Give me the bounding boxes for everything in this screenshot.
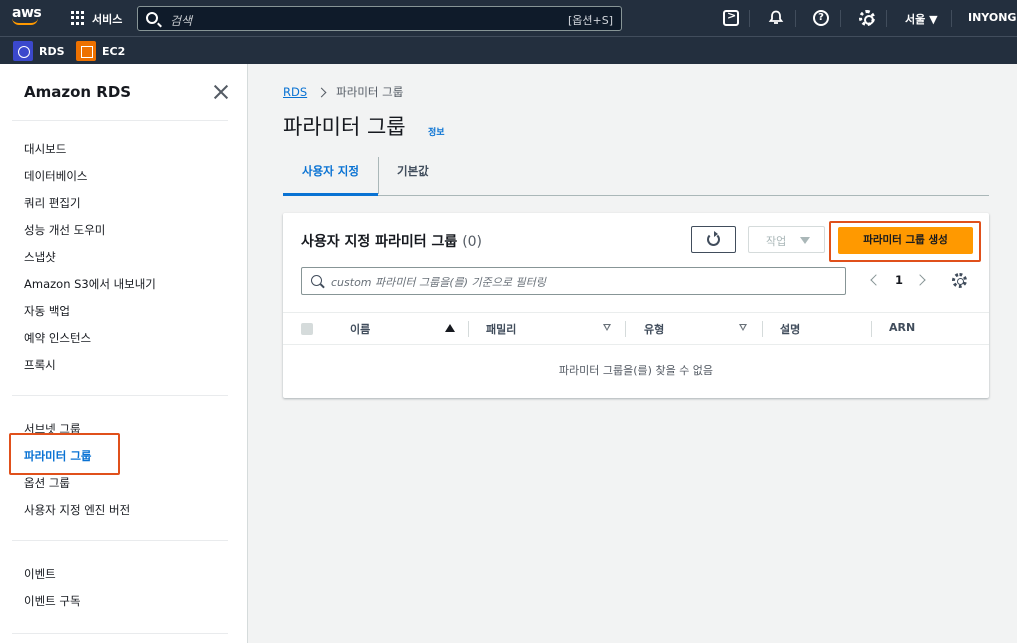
highlight-annotation xyxy=(9,433,120,475)
select-all-checkbox[interactable] xyxy=(301,323,313,335)
info-link[interactable]: 정보 xyxy=(428,125,445,138)
services-grid-icon[interactable] xyxy=(71,11,85,25)
column-divider xyxy=(468,321,469,337)
sidebar-title[interactable]: Amazon RDS xyxy=(24,83,131,101)
close-icon[interactable] xyxy=(213,84,229,100)
table-title-text: 사용자 지정 파라미터 그룹 xyxy=(301,234,458,250)
help-icon[interactable]: ? xyxy=(813,10,829,26)
current-page-number[interactable]: 1 xyxy=(895,273,903,287)
sidebar-divider xyxy=(12,395,228,396)
sidebar-divider xyxy=(12,540,228,541)
search-placeholder: 검색 xyxy=(170,14,193,28)
filter-input[interactable]: custom 파라미터 그룹을(를) 기준으로 필터링 xyxy=(301,267,846,295)
sidebar-item-query-editor[interactable]: 쿼리 편집기 xyxy=(24,195,81,211)
table-header: 이름 패밀리 유형 설명 ARN xyxy=(283,312,989,345)
sidebar-item-reserved-instances[interactable]: 예약 인스턴스 xyxy=(24,330,91,346)
sort-ascending-icon[interactable] xyxy=(445,324,455,332)
sidebar-item-event-subscriptions[interactable]: 이벤트 구독 xyxy=(24,593,81,609)
sidebar-item-databases[interactable]: 데이터베이스 xyxy=(24,168,87,184)
services-menu-button[interactable]: 서비스 xyxy=(92,11,122,27)
favorite-rds[interactable]: RDS xyxy=(13,41,65,61)
actions-dropdown-button[interactable]: 작업 xyxy=(748,226,825,253)
chevron-right-icon[interactable] xyxy=(914,274,926,286)
search-shortcut-hint: [옵션+S] xyxy=(567,14,613,27)
region-selector[interactable]: 서울 ▼ xyxy=(905,11,938,27)
ec2-service-icon xyxy=(76,41,96,61)
favorite-rds-label: RDS xyxy=(39,44,65,58)
global-search-input[interactable]: 검색 [옵션+S] xyxy=(137,6,622,31)
nav-divider xyxy=(749,10,750,27)
nav-divider xyxy=(886,10,887,27)
sort-icon[interactable] xyxy=(603,324,611,331)
column-divider xyxy=(762,321,763,337)
aws-logo-text: aws xyxy=(12,5,42,21)
column-header-arn[interactable]: ARN xyxy=(889,321,915,334)
sidebar-item-performance-insights[interactable]: 성능 개선 도우미 xyxy=(24,222,105,238)
nav-divider xyxy=(840,10,841,27)
sidebar-item-automated-backups[interactable]: 자동 백업 xyxy=(24,303,70,319)
bell-icon[interactable] xyxy=(768,10,784,26)
nav-divider xyxy=(951,10,952,27)
table-title: 사용자 지정 파라미터 그룹 (0) xyxy=(301,231,482,251)
favorite-ec2-label: EC2 xyxy=(102,44,126,58)
column-header-family[interactable]: 패밀리 xyxy=(486,321,516,337)
highlight-annotation xyxy=(829,221,981,262)
chevron-left-icon[interactable] xyxy=(870,274,882,286)
top-navigation: aws 서비스 검색 [옵션+S] ? 서울 ▼ INYONG K xyxy=(0,0,1017,36)
rds-service-icon xyxy=(13,41,33,61)
nav-divider xyxy=(795,10,796,27)
chevron-right-icon xyxy=(316,87,327,97)
sidebar-item-snapshots[interactable]: 스냅샷 xyxy=(24,249,56,265)
column-divider xyxy=(871,321,872,337)
refresh-icon xyxy=(707,231,720,246)
column-header-description[interactable]: 설명 xyxy=(780,321,800,337)
search-icon xyxy=(311,275,322,286)
breadcrumb-current: 파라미터 그룹 xyxy=(336,85,404,99)
search-icon xyxy=(146,12,158,24)
preferences-gear-icon[interactable] xyxy=(952,273,967,288)
tab-list: 사용자 지정 기본값 xyxy=(283,152,989,196)
column-divider xyxy=(625,321,626,337)
empty-state-message: 파라미터 그룹을(를) 찾을 수 없음 xyxy=(558,364,714,377)
column-header-name[interactable]: 이름 xyxy=(350,321,370,337)
tab-divider xyxy=(378,157,379,194)
caret-down-icon xyxy=(800,237,810,244)
sidebar-divider xyxy=(12,120,228,121)
page-title: 파라미터 그룹 xyxy=(283,115,406,139)
actions-label: 작업 xyxy=(766,235,787,248)
sidebar-item-custom-engine-versions[interactable]: 사용자 지정 엔진 버전 xyxy=(24,502,130,518)
account-menu[interactable]: INYONG K xyxy=(968,11,1017,24)
sidebar-item-option-groups[interactable]: 옵션 그룹 xyxy=(24,475,70,491)
settings-gear-icon[interactable] xyxy=(859,10,875,26)
table-count: (0) xyxy=(462,234,483,250)
cloudshell-icon[interactable] xyxy=(723,9,739,26)
aws-logo[interactable]: aws xyxy=(12,6,42,30)
breadcrumb-rds-link[interactable]: RDS xyxy=(283,85,307,99)
tab-custom[interactable]: 사용자 지정 xyxy=(302,163,359,179)
breadcrumb: RDS 파라미터 그룹 xyxy=(283,84,403,100)
filter-placeholder: custom 파라미터 그룹을(를) 기준으로 필터링 xyxy=(331,276,546,289)
sidebar-item-s3-exports[interactable]: Amazon S3에서 내보내기 xyxy=(24,276,156,292)
side-navigation: Amazon RDS 대시보드 데이터베이스 쿼리 편집기 성능 개선 도우미 … xyxy=(0,64,248,643)
sidebar-item-events[interactable]: 이벤트 xyxy=(24,566,56,582)
refresh-button[interactable] xyxy=(691,226,736,253)
favorite-ec2[interactable]: EC2 xyxy=(76,41,125,61)
sidebar-item-proxies[interactable]: 프록시 xyxy=(24,357,56,373)
favorites-bar: RDS EC2 xyxy=(0,36,1017,64)
tab-default[interactable]: 기본값 xyxy=(397,163,429,179)
sidebar-item-dashboard[interactable]: 대시보드 xyxy=(24,141,66,157)
sidebar-divider xyxy=(12,633,228,634)
column-header-type[interactable]: 유형 xyxy=(644,321,664,337)
active-tab-indicator xyxy=(283,193,378,196)
sort-icon[interactable] xyxy=(739,324,747,331)
